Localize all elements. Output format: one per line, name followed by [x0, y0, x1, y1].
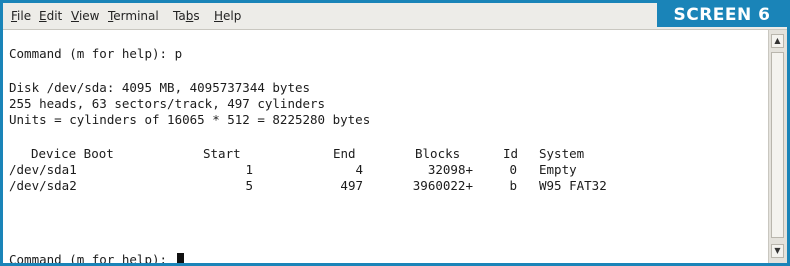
partition-id: 0 — [509, 162, 517, 177]
command-prompt-print: Command (m for help): p — [9, 46, 183, 61]
scrollbar-thumb[interactable] — [771, 52, 784, 238]
menu-tabs[interactable]: Tabs — [173, 9, 200, 23]
disk-units-line: Units = cylinders of 16065 * 512 = 82252… — [9, 112, 371, 127]
menu-view[interactable]: View — [71, 9, 99, 23]
partition-end: 497 — [340, 178, 363, 193]
arrow-up-icon[interactable]: ▲ — [771, 34, 784, 48]
disk-geometry-line: 255 heads, 63 sectors/track, 497 cylinde… — [9, 96, 326, 111]
partition-system: Empty — [539, 162, 577, 177]
partition-blocks: 3960022+ — [412, 178, 473, 193]
column-header-end: End — [333, 146, 356, 161]
menu-help[interactable]: Help — [214, 9, 241, 23]
menu-file[interactable]: File — [11, 9, 31, 23]
column-header-blocks: Blocks — [415, 146, 461, 161]
disk-info-line: Disk /dev/sda: 4095 MB, 4095737344 bytes — [9, 80, 311, 95]
column-header-id: Id — [503, 146, 519, 161]
screenshot-frame: File Edit View Terminal Tabs Help SCREEN… — [0, 0, 790, 266]
command-prompt-current[interactable]: Command (m for help): — [9, 252, 184, 263]
partition-start: 1 — [245, 162, 253, 177]
partition-start: 5 — [245, 178, 253, 193]
menu-terminal[interactable]: Terminal — [108, 9, 159, 23]
screen-label-badge: SCREEN 6 — [657, 3, 787, 27]
vertical-scrollbar[interactable]: ▲ ▼ — [768, 30, 787, 263]
partition-end: 4 — [355, 162, 363, 177]
partition-device: /dev/sda2 — [9, 178, 77, 193]
partition-id: b — [509, 178, 517, 193]
partition-blocks: 32098+ — [427, 162, 473, 177]
partition-system: W95 FAT32 — [539, 178, 607, 193]
terminal-output[interactable]: Command (m for help): p Disk /dev/sda: 4… — [3, 30, 769, 263]
arrow-down-icon[interactable]: ▼ — [771, 244, 784, 258]
column-header-start: Start — [203, 146, 241, 161]
menu-bar: File Edit View Terminal Tabs Help SCREEN… — [3, 3, 787, 30]
column-header-system: System — [539, 146, 585, 161]
column-header-device-boot: Device Boot — [31, 146, 114, 161]
text-cursor — [176, 253, 184, 263]
menu-edit[interactable]: Edit — [39, 9, 62, 23]
partition-device: /dev/sda1 — [9, 162, 77, 177]
